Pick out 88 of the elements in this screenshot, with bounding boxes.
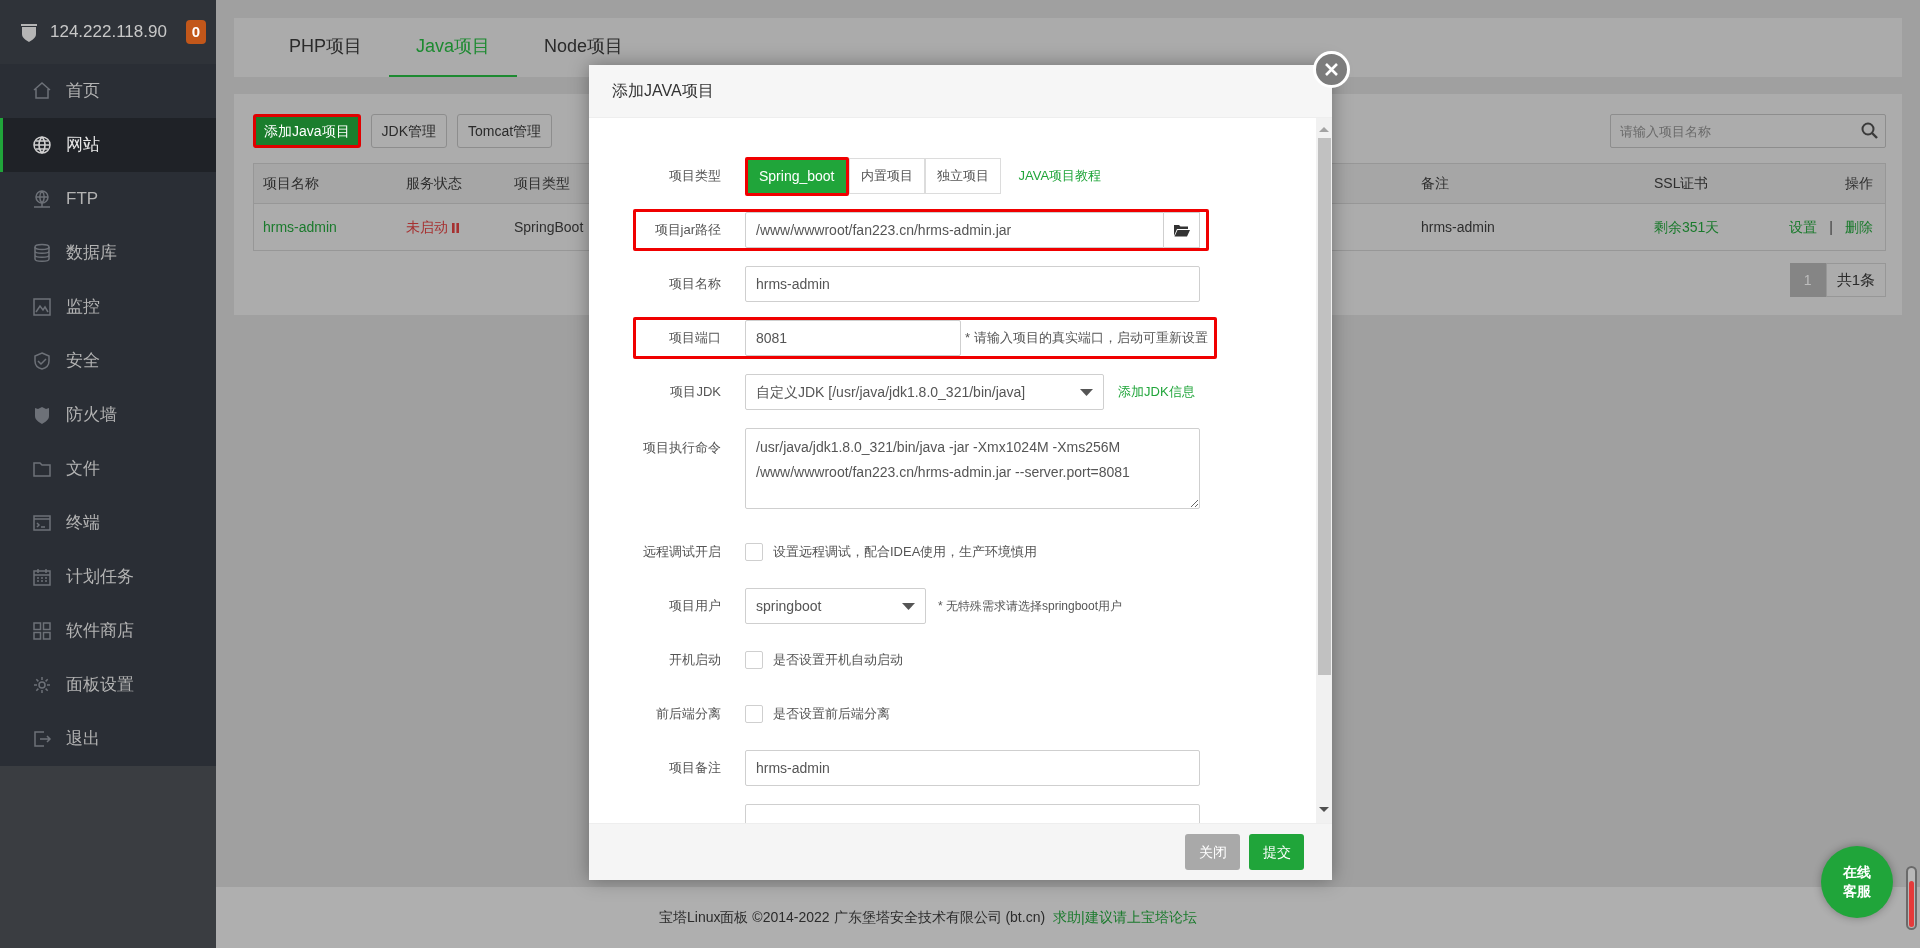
field-label: 开机启动 (668, 651, 721, 670)
scroll-up-icon[interactable] (1318, 124, 1330, 134)
toolbar-button[interactable]: JDK管理 (370, 114, 448, 148)
field-label: 项目用户 (668, 597, 721, 616)
notification-badge[interactable]: 0 (185, 20, 206, 44)
checkbox-label: 是否设置前后端分离 (773, 705, 890, 724)
checkbox-label: 设置远程调试，配合IDEA使用，生产环境慎用 (773, 543, 1038, 562)
add-jdk-link[interactable]: 添加JDK信息 (1118, 382, 1195, 402)
calendar-icon (32, 567, 52, 587)
checkbox[interactable] (745, 651, 763, 669)
checkbox-label: 是否设置开机自动启动 (773, 651, 903, 670)
input-field[interactable]: hrms-admin (745, 750, 1200, 786)
grid-icon (32, 621, 52, 641)
sidebar-item[interactable]: 终端 (0, 496, 216, 550)
action-separator: | (1829, 217, 1833, 237)
path-field[interactable]: /www/wwwroot/fan223.cn/hrms-admin.jar (745, 212, 1164, 248)
table-cell-text: SpringBoot (514, 217, 584, 237)
sidebar-item[interactable]: 退出 (0, 712, 216, 766)
column-header: 服务状态 (406, 174, 462, 193)
terminal-icon (32, 513, 52, 533)
dropdown[interactable]: springboot (745, 588, 926, 624)
search-icon[interactable] (1861, 122, 1878, 139)
column-header: 项目名称 (263, 174, 319, 193)
dialog-title: 添加JAVA项目 (612, 81, 714, 101)
logout-icon (32, 729, 52, 749)
column-header: 操作 (1845, 174, 1873, 193)
sidebar-item[interactable]: 软件商店 (0, 604, 216, 658)
globe-network-icon (32, 189, 52, 209)
settings-icon (32, 675, 52, 695)
search-field[interactable]: 请输入项目名称 (1610, 114, 1886, 148)
scrollbar-thumb[interactable] (1317, 138, 1331, 675)
caret-icon (1080, 388, 1093, 396)
column-header: SSL证书 (1654, 174, 1709, 193)
field-label: 前后端分离 (655, 705, 721, 724)
sidebar-item[interactable]: 首页 (0, 64, 216, 118)
checkbox[interactable] (745, 543, 763, 561)
home-icon (32, 81, 52, 101)
hint-text: * 无特殊需求请选择springboot用户 (938, 598, 1123, 615)
scroll-down-icon[interactable] (1318, 805, 1330, 815)
field-label: 项目jar路径 (653, 221, 721, 240)
toolbar-button[interactable]: Tomcat管理 (457, 114, 553, 148)
sidebar-item[interactable]: 监控 (0, 280, 216, 334)
shield-check-icon (32, 351, 52, 371)
chart-icon (32, 297, 52, 317)
pause-icon[interactable] (451, 221, 460, 233)
sidebar-item[interactable]: 数据库 (0, 226, 216, 280)
field-label: 项目端口 (668, 329, 721, 348)
sidebar-item[interactable]: 网站 (0, 118, 216, 172)
field-label: 项目执行命令 (642, 439, 721, 457)
field-label: 远程调试开启 (642, 543, 721, 562)
segment-button[interactable]: 内置项目 (848, 158, 925, 194)
table-cell-text: hrms-admin (1421, 217, 1495, 237)
hint-text: * 请输入项目的真实端口，启动可重新设置 (965, 329, 1208, 348)
shield-icon (32, 405, 52, 425)
dropdown[interactable]: 自定义JDK [/usr/java/jdk1.8.0_321/bin/java] (745, 374, 1104, 410)
scrollbar[interactable] (1316, 118, 1332, 823)
field-label: 项目类型 (668, 167, 721, 186)
field-label: 项目JDK (669, 383, 721, 402)
field-label: 项目备注 (668, 759, 721, 778)
close-icon (1324, 62, 1339, 77)
sidebar-item[interactable]: 防火墙 (0, 388, 216, 442)
input-field[interactable]: 8081 (745, 320, 961, 356)
sidebar-item[interactable]: FTP (0, 172, 216, 226)
folder-icon (32, 459, 52, 479)
browse-button[interactable] (1164, 212, 1200, 248)
shield-logo-icon (18, 21, 40, 43)
column-header: 项目类型 (514, 174, 570, 193)
sidebar-item[interactable]: 文件 (0, 442, 216, 496)
folder-icon (1173, 223, 1190, 237)
database-icon (32, 243, 52, 263)
field-label: 项目名称 (668, 275, 721, 294)
sidebar-item[interactable]: 计划任务 (0, 550, 216, 604)
command-textarea[interactable]: /usr/java/jdk1.8.0_321/bin/java -jar -Xmx1024M -Xms256M /www/wwwroot/fan223.cn/hrms-admin.jar --server.port=8081 (745, 428, 1200, 509)
tutorial-link[interactable]: JAVA项目教程 (1018, 166, 1102, 186)
globe-icon (32, 135, 52, 155)
table-cell-text: 剩余351天 (1654, 217, 1720, 237)
input-field[interactable]: hrms-admin (745, 266, 1200, 302)
sidebar-item[interactable]: 面板设置 (0, 658, 216, 712)
checkbox[interactable] (745, 705, 763, 723)
copyright-text: 宝塔Linux面板 ©2014-2022 广东堡塔安全技术有限公司 (bt.cn) (659, 908, 1046, 927)
tab[interactable]: PHP项目 (262, 18, 389, 77)
toolbar-button[interactable]: 添加Java项目 (253, 114, 361, 148)
caret-icon (902, 602, 915, 610)
total-count: 共1条 (1825, 263, 1886, 297)
segment-button[interactable]: 独立项目 (924, 158, 1001, 194)
column-header: 备注 (1421, 174, 1449, 193)
sidebar-item[interactable]: 安全 (0, 334, 216, 388)
server-address: 124.222.118.90 (50, 21, 167, 44)
